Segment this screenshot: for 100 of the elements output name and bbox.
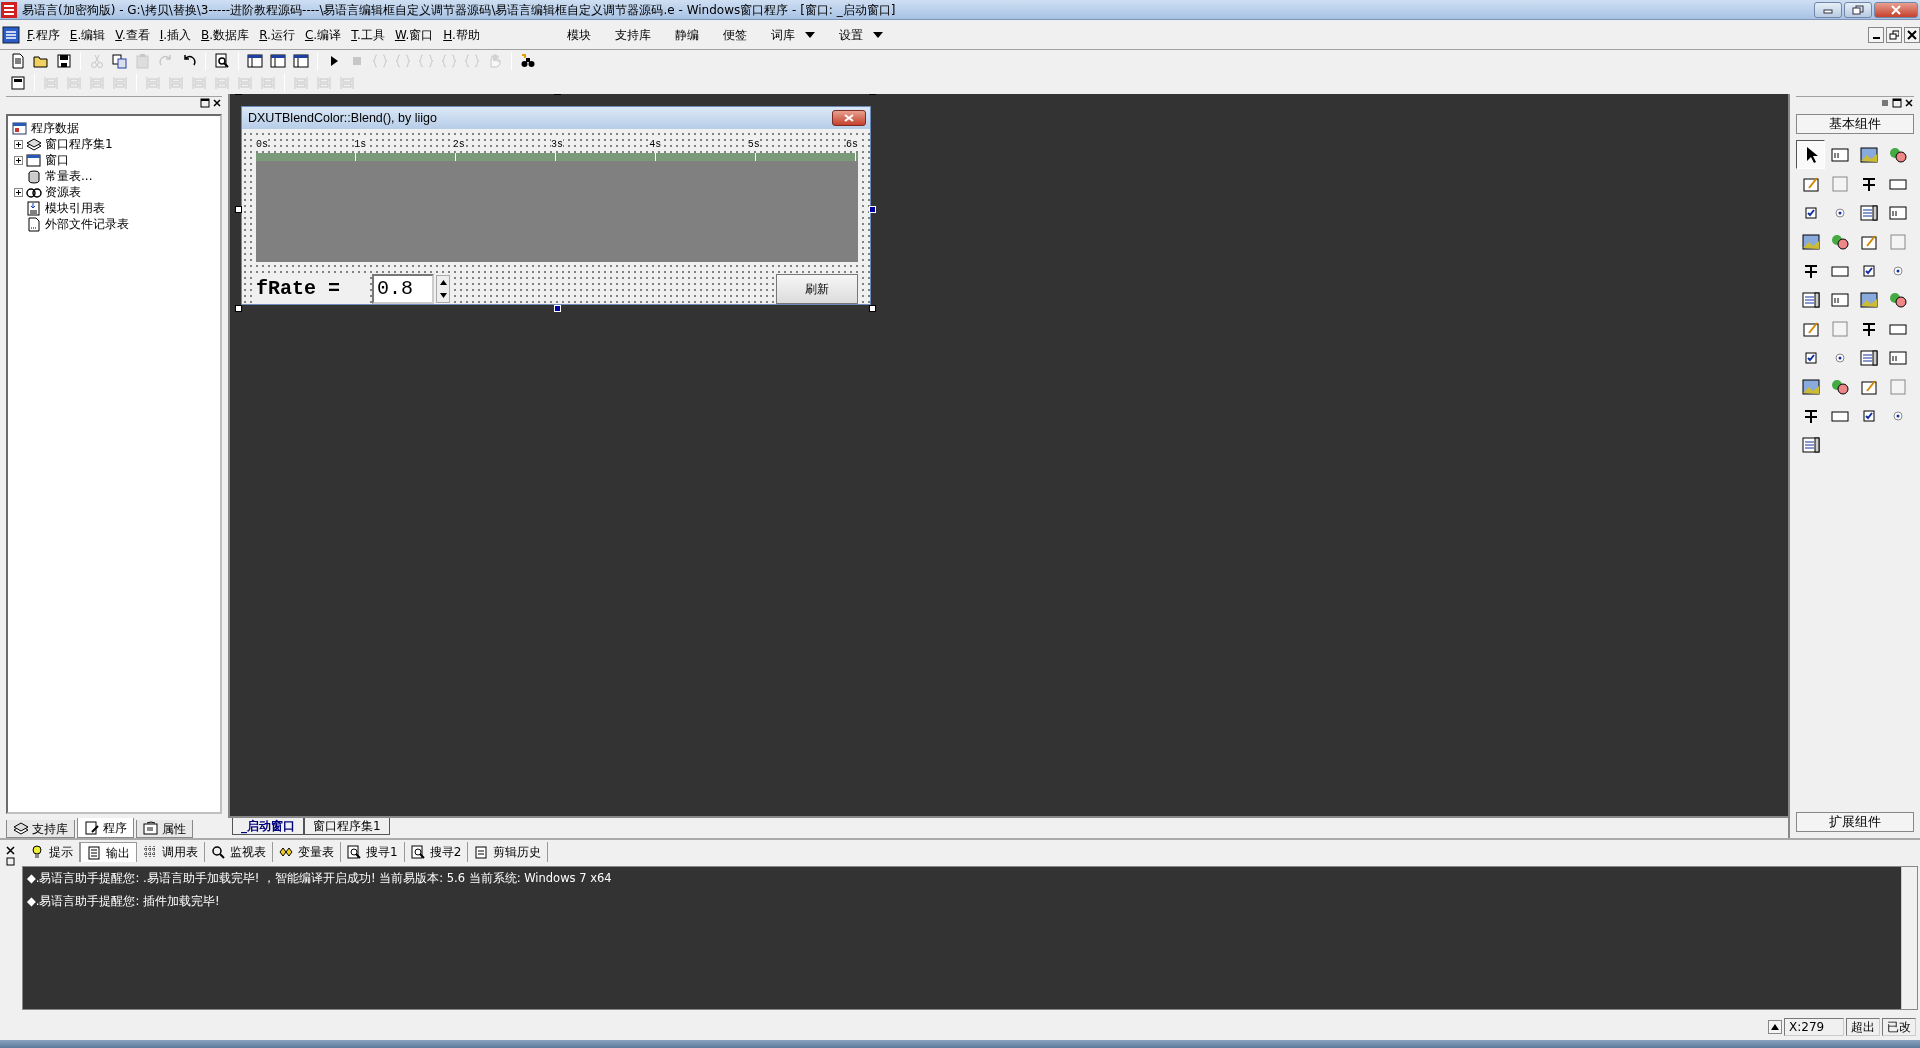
panel-tab[interactable]: 属性 [136, 820, 193, 838]
close-icon[interactable] [212, 97, 222, 108]
layout-icon[interactable] [247, 53, 263, 69]
close-icon[interactable] [5, 846, 15, 855]
layout-icon[interactable] [293, 53, 309, 69]
form-close-button[interactable] [832, 110, 866, 126]
minimize-icon [1872, 36, 1880, 39]
magnifier-icon[interactable] [214, 53, 230, 69]
menu-item[interactable]: 便签 [722, 25, 747, 44]
palette-footer[interactable]: 扩展组件 [1796, 812, 1914, 832]
palette-header[interactable]: 基本组件 [1796, 114, 1914, 134]
cursor-position: X:279 [1784, 1018, 1844, 1036]
window-icon[interactable] [10, 75, 26, 91]
menu-item[interactable]: F.程序 [22, 25, 65, 44]
output-tab[interactable]: 输出 [80, 842, 137, 862]
menu-item[interactable]: C.编译 [299, 25, 347, 44]
copy-icon[interactable] [112, 53, 128, 69]
expand-icon[interactable] [14, 187, 23, 197]
close-icon [844, 114, 854, 122]
panel-tab[interactable]: 程序 [77, 818, 134, 838]
panel-tab[interactable]: 支持库 [6, 820, 75, 838]
output-tab[interactable]: 调用表 [137, 842, 205, 862]
menu-icon[interactable] [1880, 97, 1890, 108]
dropdown-icon[interactable] [872, 31, 883, 38]
new-file-icon[interactable] [10, 53, 26, 69]
widget-icon [1858, 347, 1879, 368]
number-field[interactable]: 0.8 [372, 274, 434, 304]
expand-icon[interactable] [14, 139, 23, 149]
close-button[interactable] [1874, 1, 1918, 18]
widget-icon [1887, 231, 1908, 252]
magnifier-icon [347, 845, 361, 859]
mdi-close-button[interactable] [1904, 26, 1920, 43]
tree-item[interactable]: 窗口 [45, 151, 69, 169]
form-title: DXUTBlendColor::Blend(), by liigo [248, 109, 437, 127]
menu-item[interactable]: R.运行 [254, 25, 300, 44]
resize-handle[interactable] [235, 305, 242, 312]
restore-icon [1889, 29, 1899, 40]
widget-icon [1829, 173, 1850, 194]
widget-icon [1829, 318, 1850, 339]
output-tab[interactable]: 监视表 [205, 842, 273, 862]
menu-item[interactable]: 支持库 [614, 25, 651, 44]
expand-icon[interactable] [14, 155, 23, 165]
rate-label: fRate = [256, 274, 366, 304]
document-tab[interactable]: _启动窗口 [232, 818, 304, 835]
form-icon [143, 821, 158, 836]
close-icon[interactable] [1904, 97, 1914, 108]
grid-icon [143, 845, 157, 859]
tool-button[interactable] [1796, 140, 1825, 169]
binoculars-icon[interactable] [520, 53, 536, 69]
output-tab[interactable]: 剪辑历史 [468, 842, 549, 862]
bulb-icon [30, 845, 44, 859]
resize-handle[interactable] [235, 205, 242, 213]
widget-icon [1887, 376, 1908, 397]
magnifier-icon [410, 845, 425, 859]
menu-item[interactable]: 静编 [674, 25, 699, 44]
save-icon[interactable] [56, 53, 72, 69]
tree-item[interactable]: 程序数据 [31, 119, 79, 137]
minimize-button[interactable] [1814, 1, 1842, 18]
folder-icon[interactable] [33, 53, 49, 69]
mdi-minimize-button[interactable] [1868, 26, 1884, 43]
output-tab[interactable]: 变量表 [273, 842, 341, 862]
stack-icon [13, 821, 28, 836]
restore-button[interactable] [1844, 1, 1872, 18]
window-icon [26, 152, 42, 168]
menu-item[interactable]: 模块 [566, 25, 591, 44]
document-tab[interactable]: 窗口程序集1 [304, 818, 390, 835]
output-tab[interactable]: 搜寻1 [341, 842, 405, 862]
tree-item[interactable]: 常量表... [45, 167, 93, 185]
widget-icon [1800, 434, 1821, 455]
search-icon [211, 845, 225, 859]
menu-item[interactable]: I.插入 [154, 25, 197, 44]
menu-item[interactable]: 词库 [770, 25, 795, 44]
menu-item[interactable]: 设置 [838, 25, 863, 44]
output-tab[interactable]: 搜寻2 [404, 842, 469, 862]
tree-item[interactable]: 窗口程序集1 [45, 135, 113, 153]
menu-item[interactable]: H.帮助 [438, 25, 485, 44]
tree-item[interactable]: 外部文件记录表 [45, 215, 129, 233]
resize-handle[interactable] [869, 305, 876, 312]
maximize-icon[interactable] [200, 97, 210, 108]
restore-icon [1852, 4, 1864, 15]
insert-mode: 超出 [1846, 1018, 1880, 1036]
menu-item[interactable]: E.编辑 [64, 25, 111, 44]
modified-flag: 已改 [1882, 1018, 1916, 1036]
mdi-restore-button[interactable] [1886, 26, 1902, 43]
dropdown-icon[interactable] [804, 31, 815, 38]
app-icon [0, 24, 22, 45]
menu-item[interactable]: W.窗口 [389, 25, 439, 44]
menu-item[interactable]: T.工具 [346, 25, 390, 44]
stack-icon [26, 136, 42, 152]
refresh-button[interactable]: 刷新 [776, 274, 858, 304]
layout-icon[interactable] [270, 53, 286, 69]
maximize-icon[interactable] [1892, 97, 1902, 108]
tree-item[interactable]: 资源表 [45, 183, 81, 201]
maximize-icon[interactable] [5, 857, 15, 866]
scrollbar[interactable] [1901, 867, 1917, 1009]
menu-item[interactable]: V.查看 [110, 25, 155, 44]
document-icon [87, 845, 101, 860]
menu-item[interactable]: B.数据库 [196, 25, 255, 44]
tree-item[interactable]: 模块引用表 [45, 199, 105, 217]
widget-icon [1800, 376, 1821, 397]
